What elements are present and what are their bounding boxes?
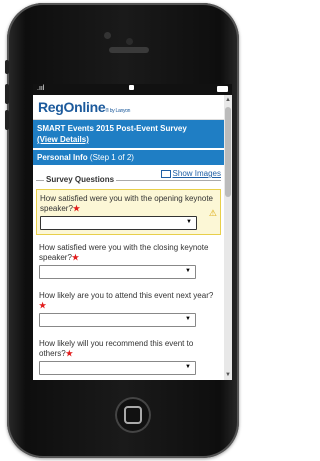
chevron-down-icon: ▼	[185, 316, 191, 322]
question-attend-next-year: How likely are you to attend this event …	[36, 283, 221, 331]
signal-icon: .ııl	[37, 85, 45, 92]
opening-keynote-select[interactable]: ▼	[40, 216, 197, 230]
header: RegOnline® by Lanyon	[33, 95, 224, 120]
screen: .ııl RegOnline® by Lanyon SMART Events 2…	[33, 84, 232, 380]
scroll-down-icon[interactable]: ▼	[225, 372, 231, 378]
sensor	[126, 38, 133, 45]
event-banner: SMART Events 2015 Post-Event Survey (Vie…	[33, 120, 224, 148]
section-header: Personal Info (Step 1 of 2)	[33, 150, 224, 165]
lock-icon	[129, 85, 134, 90]
warning-icon: ⚠	[208, 208, 217, 218]
question-recommend: How likely will you recommend this event…	[36, 331, 221, 379]
question-text: How satisfied were you with the closing …	[39, 243, 209, 262]
question-opening-keynote: How satisfied were you with the opening …	[36, 189, 221, 235]
required-icon: ★	[65, 349, 73, 358]
earpiece-speaker	[109, 47, 149, 53]
battery-icon	[217, 86, 228, 92]
scrollbar-thumb[interactable]	[225, 107, 231, 197]
closing-keynote-select[interactable]: ▼	[39, 265, 196, 279]
image-icon	[160, 169, 171, 178]
required-icon: ★	[72, 204, 81, 213]
question-text: How likely will you recommend this event…	[39, 339, 194, 358]
home-button-icon	[124, 406, 142, 424]
section-legend: Survey Questions	[44, 175, 117, 184]
volume-down-button	[5, 110, 9, 130]
chevron-down-icon: ▼	[185, 268, 191, 274]
status-bar: .ııl	[33, 84, 232, 95]
required-icon: ★	[71, 253, 80, 262]
page-content: RegOnline® by Lanyon SMART Events 2015 P…	[33, 95, 224, 380]
section-title: Personal Info	[37, 153, 88, 162]
regonline-logo: RegOnline® by Lanyon	[38, 99, 131, 115]
question-text: How likely are you to attend this event …	[39, 291, 214, 300]
attend-next-year-select[interactable]: ▼	[39, 313, 196, 327]
event-title: SMART Events 2015 Post-Event Survey	[37, 124, 187, 133]
required-icon: ★	[39, 301, 47, 310]
front-camera	[104, 32, 111, 39]
mute-switch	[5, 60, 9, 74]
question-text: How satisfied were you with the opening …	[40, 194, 213, 213]
scroll-up-icon[interactable]: ▲	[225, 97, 231, 103]
scrollbar[interactable]: ▲ ▼	[224, 95, 232, 380]
chevron-down-icon: ▼	[186, 219, 192, 225]
recommend-select[interactable]: ▼	[39, 361, 196, 375]
question-closing-keynote: How satisfied were you with the closing …	[36, 235, 221, 283]
view-details-link[interactable]: (View Details)	[37, 134, 220, 145]
survey-questions-section: Survey Questions How satisfied were you …	[36, 175, 221, 379]
volume-up-button	[5, 84, 9, 104]
step-indicator: (Step 1 of 2)	[89, 153, 134, 162]
chevron-down-icon: ▼	[185, 364, 191, 370]
